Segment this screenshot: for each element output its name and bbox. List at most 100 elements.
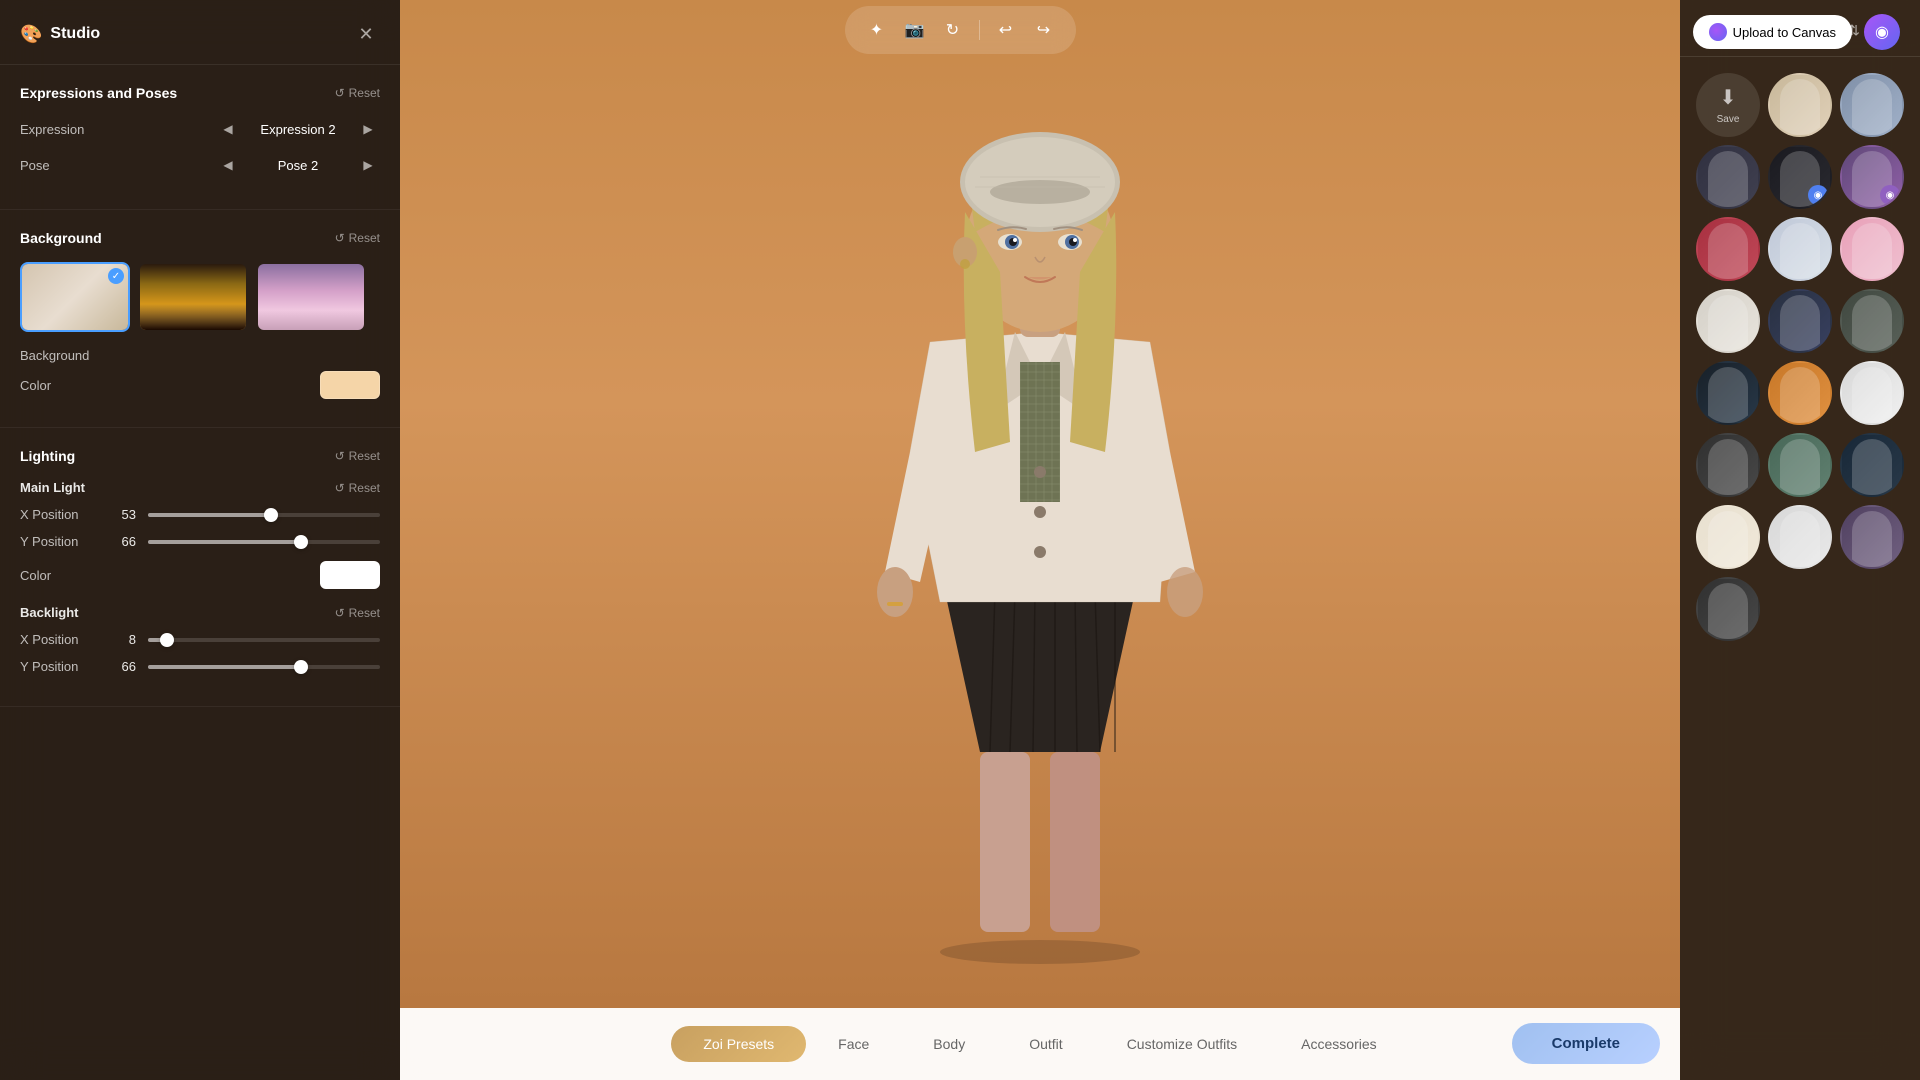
lighting-reset-label: Reset bbox=[349, 449, 380, 463]
preset-item-14[interactable] bbox=[1840, 361, 1904, 425]
lighting-reset-icon: ↺ bbox=[335, 449, 345, 463]
preset-figure-19 bbox=[1770, 507, 1830, 567]
preset-item-6[interactable] bbox=[1696, 217, 1760, 281]
preset-item-17[interactable] bbox=[1840, 433, 1904, 497]
expressions-reset-button[interactable]: ↺ Reset bbox=[335, 86, 380, 100]
pose-prev-button[interactable]: ◀ bbox=[216, 153, 240, 177]
backlight-reset-icon: ↺ bbox=[335, 606, 345, 620]
tab-accessories[interactable]: Accessories bbox=[1269, 1026, 1408, 1062]
preset-item-20[interactable] bbox=[1840, 505, 1904, 569]
preset-figure-15 bbox=[1698, 435, 1758, 495]
redo-button[interactable]: ↪ bbox=[1028, 14, 1060, 46]
main-light-x-thumb[interactable] bbox=[264, 508, 278, 522]
main-light-x-track bbox=[148, 513, 380, 517]
pose-next-button[interactable]: ▶ bbox=[356, 153, 380, 177]
upload-label: Upload to Canvas bbox=[1733, 25, 1836, 40]
backlight-x-label: X Position bbox=[20, 632, 100, 647]
preset-figure-6 bbox=[1698, 219, 1758, 279]
backlight-y-fill bbox=[148, 665, 301, 669]
lighting-section-header: Lighting ↺ Reset bbox=[20, 448, 380, 464]
expression-label: Expression bbox=[20, 122, 100, 137]
backlight-x-row: X Position 8 bbox=[20, 632, 380, 647]
tab-zoi-presets[interactable]: Zoi Presets bbox=[671, 1026, 806, 1062]
expressions-poses-section: Expressions and Poses ↺ Reset Expression… bbox=[0, 65, 400, 210]
tab-customize-outfits[interactable]: Customize Outfits bbox=[1095, 1026, 1269, 1062]
lighting-reset-button[interactable]: ↺ Reset bbox=[335, 449, 380, 463]
background-reset-button[interactable]: ↺ Reset bbox=[335, 231, 380, 245]
background-section: Background ↺ Reset ✓ Background bbox=[0, 210, 400, 428]
tab-body[interactable]: Body bbox=[901, 1026, 997, 1062]
expression-next-button[interactable]: ▶ bbox=[356, 117, 380, 141]
background-color-row: Background bbox=[20, 348, 380, 363]
main-light-color-swatch[interactable] bbox=[320, 561, 380, 589]
main-light-y-value: 66 bbox=[112, 534, 136, 549]
preset-badge-5: ◉ bbox=[1880, 185, 1900, 205]
bg-label: Background bbox=[20, 348, 100, 363]
pose-nav: ◀ Pose 2 ▶ bbox=[216, 153, 380, 177]
main-light-y-label: Y Position bbox=[20, 534, 100, 549]
preset-item-16[interactable] bbox=[1768, 433, 1832, 497]
preset-item-10[interactable] bbox=[1768, 289, 1832, 353]
undo-button[interactable]: ↩ bbox=[990, 14, 1022, 46]
main-light-x-value: 53 bbox=[112, 507, 136, 522]
magic-tool-button[interactable]: ✦ bbox=[861, 14, 893, 46]
main-light-reset-icon: ↺ bbox=[335, 481, 345, 495]
bg-thumb-3[interactable] bbox=[256, 262, 366, 332]
camera-tool-button[interactable]: 📷 bbox=[899, 14, 931, 46]
preset-item-2[interactable] bbox=[1840, 73, 1904, 137]
tab-face[interactable]: Face bbox=[806, 1026, 901, 1062]
backlight-x-value: 8 bbox=[112, 632, 136, 647]
tab-outfit[interactable]: Outfit bbox=[997, 1026, 1094, 1062]
preset-item-7[interactable] bbox=[1768, 217, 1832, 281]
main-light-title: Main Light bbox=[20, 480, 85, 495]
refresh-tool-button[interactable]: ↻ bbox=[937, 14, 969, 46]
preset-figure-1 bbox=[1770, 75, 1830, 135]
preset-item-3[interactable] bbox=[1696, 145, 1760, 209]
backlight-y-thumb[interactable] bbox=[294, 660, 308, 674]
preset-item-4[interactable]: ◉ bbox=[1768, 145, 1832, 209]
preset-item-15[interactable] bbox=[1696, 433, 1760, 497]
preset-figure-7 bbox=[1770, 219, 1830, 279]
preset-item-13[interactable] bbox=[1768, 361, 1832, 425]
lighting-section: Lighting ↺ Reset Main Light ↺ Reset X Po… bbox=[0, 428, 400, 707]
preset-item-5[interactable]: ◉ bbox=[1840, 145, 1904, 209]
preset-item-1[interactable] bbox=[1768, 73, 1832, 137]
backlight-x-thumb[interactable] bbox=[160, 633, 174, 647]
main-light-x-label: X Position bbox=[20, 507, 100, 522]
main-light-x-row: X Position 53 bbox=[20, 507, 380, 522]
backlight-reset-button[interactable]: ↺ Reset bbox=[335, 606, 380, 620]
preset-figure-14 bbox=[1842, 363, 1902, 423]
reset-icon: ↺ bbox=[335, 86, 345, 100]
preset-figure-17 bbox=[1842, 435, 1902, 495]
preset-figure-9 bbox=[1698, 291, 1758, 351]
preset-figure-21 bbox=[1698, 579, 1758, 639]
bg-thumb-1[interactable]: ✓ bbox=[20, 262, 130, 332]
preset-item-8[interactable] bbox=[1840, 217, 1904, 281]
preset-figure-2 bbox=[1842, 75, 1902, 135]
preset-item-18[interactable] bbox=[1696, 505, 1760, 569]
save-preset-button[interactable]: ⬇ Save bbox=[1696, 73, 1760, 137]
expression-prev-button[interactable]: ◀ bbox=[216, 117, 240, 141]
upload-to-canvas-button[interactable]: Upload to Canvas bbox=[1693, 15, 1852, 49]
expressions-section-header: Expressions and Poses ↺ Reset bbox=[20, 85, 380, 101]
complete-button[interactable]: Complete bbox=[1512, 1023, 1660, 1064]
preset-item-21[interactable] bbox=[1696, 577, 1760, 641]
pose-value: Pose 2 bbox=[248, 158, 348, 173]
background-color-swatch[interactable] bbox=[320, 371, 380, 399]
main-light-y-thumb[interactable] bbox=[294, 535, 308, 549]
canvas-icon bbox=[1709, 23, 1727, 41]
preset-item-12[interactable] bbox=[1696, 361, 1760, 425]
user-avatar[interactable]: ◉ bbox=[1864, 14, 1900, 50]
avatar-icon: ◉ bbox=[1875, 22, 1889, 42]
preset-figure-18 bbox=[1698, 507, 1758, 567]
bg-thumb-2[interactable] bbox=[138, 262, 248, 332]
preset-item-19[interactable] bbox=[1768, 505, 1832, 569]
main-light-reset-button[interactable]: ↺ Reset bbox=[335, 481, 380, 495]
pose-control-row: Pose ◀ Pose 2 ▶ bbox=[20, 153, 380, 177]
color-label: Color bbox=[20, 378, 100, 393]
toolbar-center: ✦ 📷 ↻ ↩ ↪ bbox=[845, 6, 1076, 54]
preset-item-9[interactable] bbox=[1696, 289, 1760, 353]
right-panel: Zoi Presets ⚠ 🗑 ⇅ ▽ ⬇ Save ◉ ◉ bbox=[1680, 0, 1920, 1080]
preset-item-11[interactable] bbox=[1840, 289, 1904, 353]
pose-label: Pose bbox=[20, 158, 100, 173]
